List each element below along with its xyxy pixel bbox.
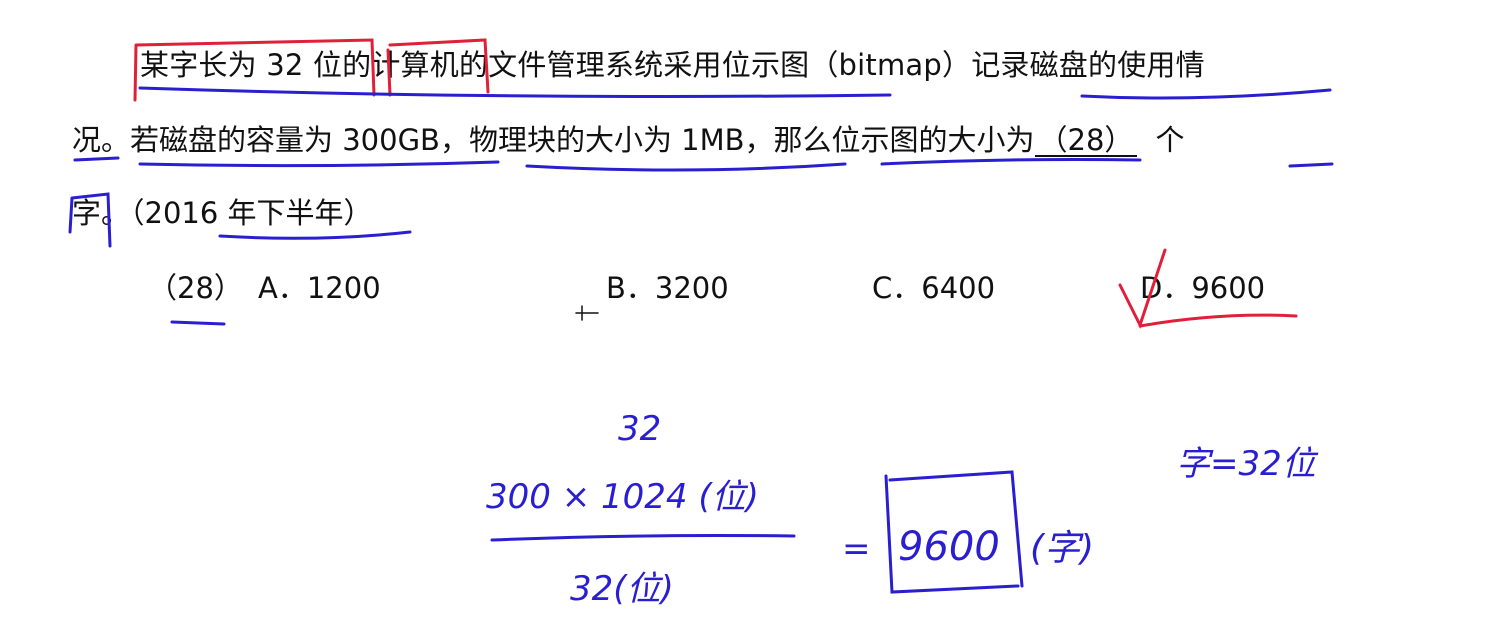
handwriting-denominator: 32(位) [570,569,674,609]
red-annotations [133,38,1298,329]
annotation-layer: 32 300 × 1024 (位) 32(位) = 9600 (字) 字=32位 [68,38,1334,609]
fraction-bar [490,534,796,542]
cursor-crosshair [575,305,599,321]
handwriting-result: 9600 [898,524,1000,570]
page: 某字长为 32 位的计算机的文件管理系统采用位示图（bitmap）记录磁盘的使用… [0,0,1508,640]
handwriting-unit: (字) [1030,528,1094,569]
red-checkmark [1118,248,1167,329]
red-underline-d [1138,313,1298,328]
handwriting-top: 32 [618,409,661,449]
handwriting-note: 字=32位 [1176,444,1319,484]
handwriting-equals: = [842,529,871,569]
red-box-computer [386,38,490,97]
handwriting-numerator: 300 × 1024 (位) [486,477,759,517]
